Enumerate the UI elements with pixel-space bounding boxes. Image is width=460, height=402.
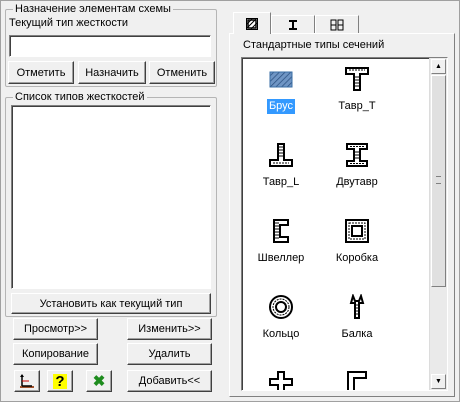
section-label-bar: Брус — [266, 99, 296, 114]
section-label-beam: Балка — [341, 328, 373, 340]
composite-section-tab-icon — [330, 19, 344, 30]
gallery-scrollbar[interactable]: ▲ ▼ — [429, 58, 447, 390]
set-current-type-button[interactable]: Установить как текущий тип — [11, 293, 211, 314]
apply-button[interactable]: ✖ — [86, 370, 112, 392]
section-label-tee: Тавр_Т — [338, 100, 376, 112]
section-item-inverted-tee[interactable]: Тавр_L — [246, 142, 316, 190]
section-item-channel[interactable]: Швеллер — [246, 218, 316, 266]
stiffness-type-list[interactable] — [11, 105, 211, 289]
coordinate-axes-icon — [20, 374, 34, 388]
hatched-section-icon — [246, 17, 258, 30]
edit-button[interactable]: Изменить>> — [127, 318, 212, 340]
section-item-box[interactable]: Коробка — [322, 218, 392, 266]
help-button[interactable]: ? — [47, 370, 73, 392]
inverted-tee-section-icon — [269, 143, 293, 167]
section-item-cross[interactable] — [246, 370, 316, 390]
check-x-icon: ✖ — [92, 372, 106, 390]
box-section-icon — [345, 219, 369, 243]
tab-metal-sections[interactable] — [271, 15, 315, 33]
assign-button[interactable]: Назначить — [78, 61, 146, 84]
axis-button[interactable] — [14, 370, 40, 392]
tab-composite-sections[interactable] — [315, 15, 359, 33]
tee-section-icon — [345, 67, 369, 91]
channel-icon — [273, 219, 289, 243]
angle-section-icon — [347, 371, 367, 390]
stiffness-dialog: Назначение элементам схемы Текущий тип ж… — [0, 0, 460, 402]
section-item-bar[interactable]: Брус — [246, 66, 316, 114]
copy-button[interactable]: Копирование — [13, 343, 98, 365]
chevron-down-icon: ▼ — [435, 378, 442, 385]
current-type-label: Текущий тип жесткости — [9, 17, 128, 29]
cancel-button[interactable]: Отменить — [149, 61, 215, 84]
tab-standard-sections[interactable] — [233, 12, 271, 34]
assign-group-legend: Назначение элементам схемы — [13, 3, 173, 16]
section-item-i-beam[interactable]: Двутавр — [322, 142, 392, 190]
list-group: Список типов жесткостей Установить как т… — [5, 91, 217, 317]
section-label-box: Коробка — [335, 252, 379, 264]
scroll-thumb[interactable] — [431, 75, 446, 287]
beam-section-icon — [349, 294, 365, 319]
scroll-up-button[interactable]: ▲ — [431, 59, 446, 74]
section-label-channel: Швеллер — [257, 252, 305, 264]
section-item-ring[interactable]: Кольцо — [246, 294, 316, 342]
section-label-ring: Кольцо — [262, 328, 300, 340]
delete-button[interactable]: Удалить — [127, 343, 212, 365]
ring-section-icon — [269, 295, 293, 319]
scroll-down-button[interactable]: ▼ — [431, 374, 446, 389]
i-beam-icon — [346, 143, 368, 167]
section-item-tee[interactable]: Тавр_Т — [322, 66, 392, 114]
grip-icon — [436, 176, 441, 184]
assign-group: Назначение элементам схемы Текущий тип ж… — [5, 3, 217, 87]
list-group-legend: Список типов жесткостей — [13, 91, 147, 104]
view-button[interactable]: Просмотр>> — [13, 318, 98, 340]
current-type-field[interactable] — [9, 35, 211, 57]
cross-section-icon — [269, 371, 293, 390]
tab-panel: Стандартные типы сечений Брус Тавр_Т Тав… — [229, 33, 455, 397]
chevron-up-icon: ▲ — [435, 63, 442, 70]
rectangular-bar-icon — [269, 71, 293, 88]
mark-button[interactable]: Отметить — [8, 61, 74, 84]
i-beam-tab-icon — [289, 19, 297, 30]
section-gallery[interactable]: Брус Тавр_Т Тавр_L Двутавр Швеллер Короб… — [241, 57, 448, 391]
section-item-beam[interactable]: Балка — [322, 294, 392, 342]
add-button[interactable]: Добавить<< — [127, 370, 212, 392]
help-icon: ? — [53, 372, 67, 390]
section-panel-title: Стандартные типы сечений — [243, 39, 385, 51]
section-label-i-beam: Двутавр — [336, 176, 378, 188]
section-label-inverted-tee: Тавр_L — [262, 176, 300, 188]
section-item-angle[interactable] — [322, 370, 392, 390]
